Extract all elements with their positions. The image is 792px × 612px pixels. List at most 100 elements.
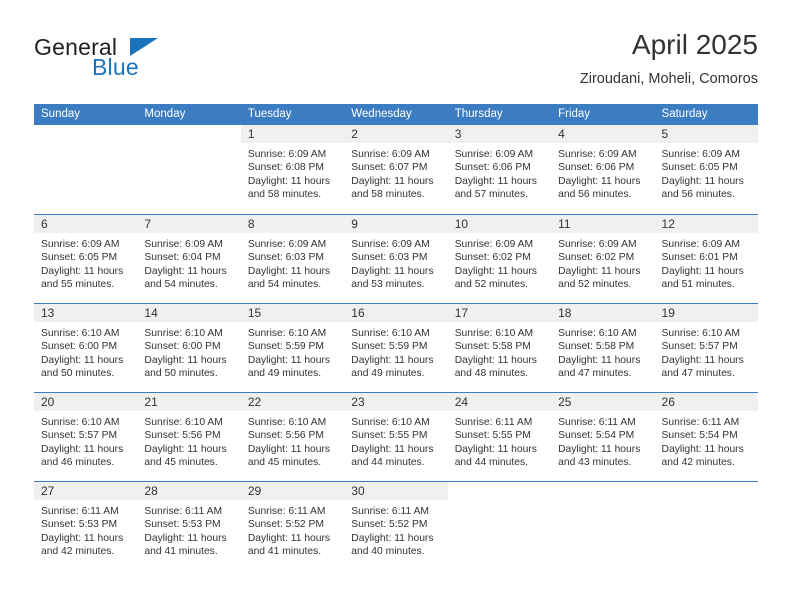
day-details: Sunrise: 6:09 AM Sunset: 6:04 PM Daylight:… xyxy=(137,233,240,292)
day-cell-26[interactable]: 26 Sunrise: 6:11 AM Sunset: 5:54 PM Dayligh… xyxy=(654,393,758,481)
day-detail-line: Sunset: 5:58 PM xyxy=(558,341,635,353)
day-details: Sunrise: 6:10 AM Sunset: 5:59 PM Daylight:… xyxy=(344,322,447,381)
day-cell-19[interactable]: 19 Sunrise: 6:10 AM Sunset: 5:57 PM Dayligh… xyxy=(654,304,758,392)
day-cell-30[interactable]: 30 Sunrise: 6:11 AM Sunset: 5:52 PM Dayligh… xyxy=(344,482,448,570)
day-number-strip: 26 xyxy=(654,393,758,411)
day-detail-line: Daylight: 11 hours xyxy=(454,265,537,277)
day-number-strip: 28 xyxy=(137,482,241,500)
day-detail-line: and 41 minutes. xyxy=(247,546,322,558)
day-detail-line: Sunset: 6:00 PM xyxy=(41,341,118,353)
day-cell-4[interactable]: 4 Sunrise: 6:09 AM Sunset: 6:06 PM Daylight… xyxy=(551,125,655,214)
day-cell-1[interactable]: 1 Sunrise: 6:09 AM Sunset: 6:08 PM Daylight… xyxy=(240,125,345,214)
day-detail-line: Daylight: 11 hours xyxy=(41,532,124,544)
day-detail-line: Sunset: 6:08 PM xyxy=(247,162,324,174)
day-cell-9[interactable]: 9 Sunrise: 6:09 AM Sunset: 6:03 PM Daylight… xyxy=(344,215,448,303)
day-detail-line: Sunset: 5:55 PM xyxy=(351,430,428,442)
weekday-header-sunday: Sunday xyxy=(41,108,81,120)
day-detail-line: Sunset: 6:07 PM xyxy=(351,162,428,174)
day-cell-3[interactable]: 3 Sunrise: 6:09 AM Sunset: 6:06 PM Daylight… xyxy=(447,125,552,214)
day-detail-line: Sunset: 6:03 PM xyxy=(351,252,428,264)
day-details: Sunrise: 6:10 AM Sunset: 5:57 PM Daylight:… xyxy=(655,322,758,381)
day-cell-17[interactable]: 17 Sunrise: 6:10 AM Sunset: 5:58 PM Dayligh… xyxy=(447,304,552,392)
day-detail-line: and 47 minutes. xyxy=(558,368,632,380)
day-number-strip xyxy=(34,125,138,143)
day-cell-14[interactable]: 14 Sunrise: 6:10 AM Sunset: 6:00 PM Dayligh… xyxy=(137,304,241,392)
day-cell-13[interactable]: 13 Sunrise: 6:10 AM Sunset: 6:00 PM Dayligh… xyxy=(34,304,138,392)
day-detail-line: Sunset: 5:53 PM xyxy=(144,519,221,531)
day-cell-2[interactable]: 2 Sunrise: 6:09 AM Sunset: 6:07 PM Daylight… xyxy=(344,125,448,214)
day-cell-7[interactable]: 7 Sunrise: 6:09 AM Sunset: 6:04 PM Daylight… xyxy=(137,215,241,303)
day-number-strip: 24 xyxy=(447,393,552,411)
day-number-strip: 17 xyxy=(447,304,552,322)
day-cell-25[interactable]: 25 Sunrise: 6:11 AM Sunset: 5:54 PM Dayligh… xyxy=(551,393,655,481)
day-detail-line: Sunrise: 6:10 AM xyxy=(144,328,223,339)
general-blue-logo[interactable]: General Blue xyxy=(34,34,264,90)
day-cell-22[interactable]: 22 Sunrise: 6:10 AM Sunset: 5:56 PM Dayligh… xyxy=(240,393,345,481)
day-detail-line: and 51 minutes. xyxy=(661,279,735,291)
day-cell-29[interactable]: 29 Sunrise: 6:11 AM Sunset: 5:52 PM Dayligh… xyxy=(240,482,345,570)
day-detail-line: Sunrise: 6:10 AM xyxy=(351,417,430,428)
day-cell-20[interactable]: 20 Sunrise: 6:10 AM Sunset: 5:57 PM Dayligh… xyxy=(34,393,138,481)
day-cell-12[interactable]: 12 Sunrise: 6:09 AM Sunset: 6:01 PM Dayligh… xyxy=(654,215,758,303)
day-detail-line: Daylight: 11 hours xyxy=(454,175,537,187)
day-details: Sunrise: 6:10 AM Sunset: 6:00 PM Daylight:… xyxy=(137,322,240,381)
day-cell-5[interactable]: 5 Sunrise: 6:09 AM Sunset: 6:05 PM Daylight… xyxy=(654,125,758,214)
day-detail-line: Sunset: 5:54 PM xyxy=(661,430,738,442)
day-detail-line: Daylight: 11 hours xyxy=(661,443,744,455)
day-cell-21[interactable]: 21 Sunrise: 6:10 AM Sunset: 5:56 PM Dayligh… xyxy=(137,393,241,481)
day-detail-line: Sunset: 6:00 PM xyxy=(144,341,221,353)
day-detail-line: Daylight: 11 hours xyxy=(351,265,434,277)
day-number-strip: 13 xyxy=(34,304,138,322)
day-cell-8[interactable]: 8 Sunrise: 6:09 AM Sunset: 6:03 PM Daylight… xyxy=(240,215,345,303)
weekday-header-friday: Friday xyxy=(558,108,591,120)
day-detail-line: and 57 minutes. xyxy=(454,189,528,201)
day-detail-line: Sunrise: 6:09 AM xyxy=(351,149,430,160)
day-cell-11[interactable]: 11 Sunrise: 6:09 AM Sunset: 6:02 PM Dayligh… xyxy=(551,215,655,303)
day-number-strip xyxy=(137,125,241,143)
day-detail-line: Sunrise: 6:10 AM xyxy=(351,328,430,339)
day-cell-23[interactable]: 23 Sunrise: 6:10 AM Sunset: 5:55 PM Dayligh… xyxy=(344,393,448,481)
day-cell-28[interactable]: 28 Sunrise: 6:11 AM Sunset: 5:53 PM Dayligh… xyxy=(137,482,241,570)
day-detail-line: Sunrise: 6:09 AM xyxy=(247,149,327,160)
day-number-strip: 29 xyxy=(240,482,345,500)
day-number-strip: 20 xyxy=(34,393,138,411)
day-details: Sunrise: 6:10 AM Sunset: 6:00 PM Daylight:… xyxy=(34,322,137,381)
day-detail-line: Sunset: 5:56 PM xyxy=(247,430,324,442)
day-cell-18[interactable]: 18 Sunrise: 6:10 AM Sunset: 5:58 PM Dayligh… xyxy=(551,304,655,392)
day-detail-line: and 52 minutes. xyxy=(558,279,632,291)
day-number: 27 xyxy=(41,484,55,498)
day-number-strip xyxy=(447,482,552,500)
day-details: Sunrise: 6:11 AM Sunset: 5:53 PM Daylight:… xyxy=(34,500,137,559)
day-detail-line: and 54 minutes. xyxy=(247,279,322,291)
day-cell-empty xyxy=(551,482,655,570)
calendar-week-row: 20 Sunrise: 6:10 AM Sunset: 5:57 PM Dayligh… xyxy=(34,392,758,481)
day-cell-27[interactable]: 27 Sunrise: 6:11 AM Sunset: 5:53 PM Dayligh… xyxy=(34,482,138,570)
day-number-strip: 11 xyxy=(551,215,655,233)
day-detail-line: Sunrise: 6:11 AM xyxy=(661,417,740,428)
day-cell-16[interactable]: 16 Sunrise: 6:10 AM Sunset: 5:59 PM Dayligh… xyxy=(344,304,448,392)
day-detail-line: Daylight: 11 hours xyxy=(351,354,434,366)
day-cell-24[interactable]: 24 Sunrise: 6:11 AM Sunset: 5:55 PM Dayligh… xyxy=(447,393,552,481)
day-detail-line: and 56 minutes. xyxy=(558,189,632,201)
day-number-strip: 15 xyxy=(240,304,345,322)
day-detail-line: Daylight: 11 hours xyxy=(661,354,744,366)
day-detail-line: and 45 minutes. xyxy=(247,457,322,469)
day-detail-line: Sunrise: 6:09 AM xyxy=(661,239,740,250)
day-detail-line: Daylight: 11 hours xyxy=(558,175,641,187)
day-details: Sunrise: 6:09 AM Sunset: 6:07 PM Daylight:… xyxy=(344,143,447,202)
day-details xyxy=(655,500,758,505)
day-cell-10[interactable]: 10 Sunrise: 6:09 AM Sunset: 6:02 PM Dayligh… xyxy=(447,215,552,303)
day-cell-15[interactable]: 15 Sunrise: 6:10 AM Sunset: 5:59 PM Dayligh… xyxy=(240,304,345,392)
weekday-header-monday: Monday xyxy=(144,108,186,120)
calendar-week-row: 27 Sunrise: 6:11 AM Sunset: 5:53 PM Dayligh… xyxy=(34,481,758,570)
day-detail-line: Daylight: 11 hours xyxy=(41,354,124,366)
day-number: 22 xyxy=(247,395,262,409)
day-details: Sunrise: 6:09 AM Sunset: 6:05 PM Daylight:… xyxy=(655,143,758,202)
day-detail-line: and 49 minutes. xyxy=(247,368,322,380)
day-detail-line: and 40 minutes. xyxy=(351,546,425,558)
day-number-strip: 18 xyxy=(551,304,655,322)
day-details: Sunrise: 6:10 AM Sunset: 5:58 PM Daylight:… xyxy=(551,322,654,381)
day-cell-6[interactable]: 6 Sunrise: 6:09 AM Sunset: 6:05 PM Daylight… xyxy=(34,215,138,303)
weekday-header-thursday: Thursday xyxy=(454,108,503,120)
day-detail-line: Daylight: 11 hours xyxy=(247,443,331,455)
